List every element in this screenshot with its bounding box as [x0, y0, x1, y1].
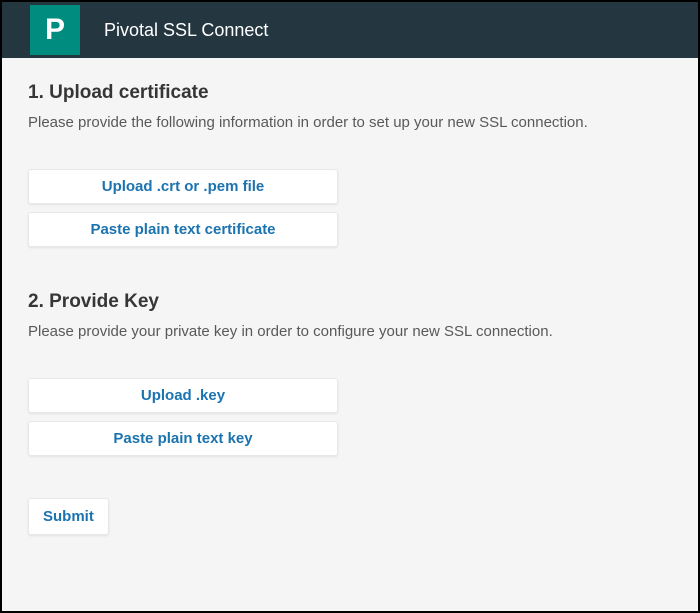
app-header: P Pivotal SSL Connect: [2, 2, 698, 58]
upload-key-button[interactable]: Upload .key: [28, 378, 338, 413]
paste-key-button[interactable]: Paste plain text key: [28, 421, 338, 456]
logo-icon: P: [30, 5, 80, 55]
upload-crt-pem-button[interactable]: Upload .crt or .pem file: [28, 169, 338, 204]
upload-certificate-description: Please provide the following information…: [28, 114, 672, 131]
submit-button[interactable]: Submit: [28, 498, 109, 535]
paste-certificate-button[interactable]: Paste plain text certificate: [28, 212, 338, 247]
logo-letter: P: [45, 13, 65, 47]
main-content: 1. Upload certificate Please provide the…: [2, 58, 698, 611]
provide-key-description: Please provide your private key in order…: [28, 323, 672, 340]
provide-key-heading: 2. Provide Key: [28, 291, 672, 313]
upload-certificate-heading: 1. Upload certificate: [28, 82, 672, 104]
app-title: Pivotal SSL Connect: [104, 20, 268, 41]
